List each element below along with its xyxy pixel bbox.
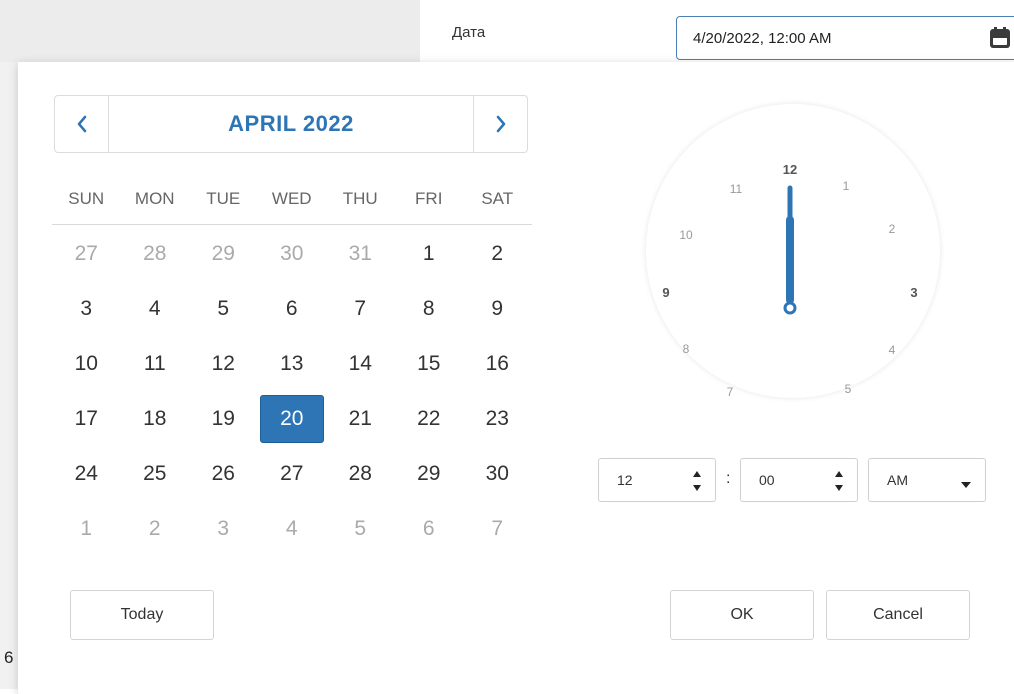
day-cell[interactable]: 24 bbox=[52, 446, 121, 501]
hour-stepper[interactable]: 12 bbox=[598, 458, 716, 502]
day-cell[interactable]: 13 bbox=[258, 336, 327, 391]
hour-value: 12 bbox=[617, 472, 633, 488]
clock-number: 9 bbox=[662, 285, 669, 300]
cancel-button[interactable]: Cancel bbox=[826, 590, 970, 640]
date-field-label: Дата bbox=[452, 24, 486, 41]
day-cell[interactable]: 5 bbox=[189, 281, 258, 336]
datetime-picker-popup: APRIL 2022 SUN MON TUE WED THU FRI SAT 2… bbox=[18, 62, 1014, 694]
week-row: 1 2 3 4 5 6 7 bbox=[52, 501, 532, 556]
day-cell[interactable]: 30 bbox=[258, 226, 327, 281]
day-cell[interactable]: 18 bbox=[121, 391, 190, 446]
minute-value: 00 bbox=[759, 472, 775, 488]
week-row: 10 11 12 13 14 15 16 bbox=[52, 336, 532, 391]
clock-number: 8 bbox=[683, 342, 690, 356]
day-cell[interactable]: 4 bbox=[121, 281, 190, 336]
day-cell[interactable]: 3 bbox=[189, 501, 258, 556]
day-cell[interactable]: 7 bbox=[463, 501, 532, 556]
day-cell[interactable]: 29 bbox=[395, 446, 464, 501]
day-cell[interactable]: 21 bbox=[326, 391, 395, 446]
weekday-label: THU bbox=[342, 189, 378, 208]
date-input[interactable] bbox=[676, 16, 1014, 60]
weekday-label: MON bbox=[134, 189, 175, 208]
day-cell[interactable]: 17 bbox=[52, 391, 121, 446]
month-title[interactable]: APRIL 2022 bbox=[108, 96, 474, 152]
day-cell[interactable]: 26 bbox=[189, 446, 258, 501]
background-strip bbox=[0, 62, 18, 689]
weekday-header: SUN MON TUE WED THU FRI SAT bbox=[52, 186, 532, 225]
day-cell[interactable]: 28 bbox=[121, 226, 190, 281]
day-cell[interactable]: 8 bbox=[395, 281, 464, 336]
day-cell[interactable]: 14 bbox=[326, 336, 395, 391]
calendar-icon[interactable] bbox=[988, 26, 1012, 50]
day-cell[interactable]: 3 bbox=[52, 281, 121, 336]
minute-stepper[interactable]: 00 bbox=[740, 458, 858, 502]
day-cell[interactable]: 10 bbox=[52, 336, 121, 391]
day-cell[interactable]: 1 bbox=[52, 501, 121, 556]
chevron-down-icon bbox=[961, 476, 971, 492]
day-cell[interactable]: 1 bbox=[395, 226, 464, 281]
weekday-label: WED bbox=[271, 189, 312, 208]
clock-number: 7 bbox=[727, 385, 734, 398]
stepper-arrows-icon[interactable] bbox=[833, 467, 845, 495]
month-navigator: APRIL 2022 bbox=[54, 95, 528, 153]
clock-center bbox=[783, 301, 797, 315]
time-separator: : bbox=[726, 470, 731, 487]
day-cell[interactable]: 5 bbox=[326, 501, 395, 556]
week-row: 27 28 29 30 31 1 2 bbox=[52, 226, 532, 281]
days-grid: 27 28 29 30 31 1 2 3 4 5 6 7 8 9 10 11 1… bbox=[52, 226, 532, 556]
day-cell[interactable]: 15 bbox=[395, 336, 464, 391]
day-cell[interactable]: 19 bbox=[189, 391, 258, 446]
clock-number: 10 bbox=[679, 228, 693, 242]
clock-number: 11 bbox=[730, 182, 743, 196]
day-cell[interactable]: 6 bbox=[258, 281, 327, 336]
background-text: 6 bbox=[4, 648, 14, 667]
weekday-label: SAT bbox=[481, 189, 514, 208]
period-select[interactable]: AM bbox=[868, 458, 986, 502]
week-row: 17 18 19 20 21 22 23 bbox=[52, 391, 532, 446]
day-cell[interactable]: 25 bbox=[121, 446, 190, 501]
day-cell[interactable]: 11 bbox=[121, 336, 190, 391]
day-cell[interactable]: 27 bbox=[52, 226, 121, 281]
background-panel bbox=[0, 0, 420, 62]
ok-button[interactable]: OK bbox=[670, 590, 814, 640]
day-cell[interactable]: 23 bbox=[463, 391, 532, 446]
week-row: 3 4 5 6 7 8 9 bbox=[52, 281, 532, 336]
day-cell[interactable]: 27 bbox=[258, 446, 327, 501]
day-cell[interactable]: 30 bbox=[463, 446, 532, 501]
day-cell[interactable]: 9 bbox=[463, 281, 532, 336]
day-cell[interactable]: 2 bbox=[463, 226, 532, 281]
clock-number: 3 bbox=[910, 285, 917, 300]
clock-number: 4 bbox=[889, 343, 896, 357]
weekday-label: SUN bbox=[68, 189, 105, 208]
clock-number: 12 bbox=[783, 162, 797, 177]
day-cell-selected[interactable]: 20 bbox=[258, 391, 327, 446]
clock-face: 12 1 2 3 4 5 6 7 8 9 10 11 bbox=[662, 162, 917, 398]
day-cell[interactable]: 6 bbox=[395, 501, 464, 556]
today-button[interactable]: Today bbox=[70, 590, 214, 640]
day-cell[interactable]: 12 bbox=[189, 336, 258, 391]
chevron-left-icon[interactable] bbox=[55, 96, 109, 152]
analog-clock[interactable]: 12 1 2 3 4 5 6 7 8 9 10 11 bbox=[646, 104, 940, 398]
day-cell[interactable]: 29 bbox=[189, 226, 258, 281]
clock-number: 1 bbox=[843, 179, 850, 193]
day-cell[interactable]: 16 bbox=[463, 336, 532, 391]
day-cell[interactable]: 2 bbox=[121, 501, 190, 556]
day-cell[interactable]: 22 bbox=[395, 391, 464, 446]
period-value: AM bbox=[887, 472, 908, 488]
day-cell[interactable]: 7 bbox=[326, 281, 395, 336]
weekday-label: TUE bbox=[206, 189, 241, 208]
clock-number: 2 bbox=[889, 222, 896, 236]
day-cell[interactable]: 28 bbox=[326, 446, 395, 501]
day-cell[interactable]: 31 bbox=[326, 226, 395, 281]
weekday-label: FRI bbox=[415, 189, 443, 208]
clock-number: 5 bbox=[845, 382, 852, 396]
stepper-arrows-icon[interactable] bbox=[691, 467, 703, 495]
week-row: 24 25 26 27 28 29 30 bbox=[52, 446, 532, 501]
chevron-right-icon[interactable] bbox=[473, 96, 527, 152]
day-cell[interactable]: 4 bbox=[258, 501, 327, 556]
